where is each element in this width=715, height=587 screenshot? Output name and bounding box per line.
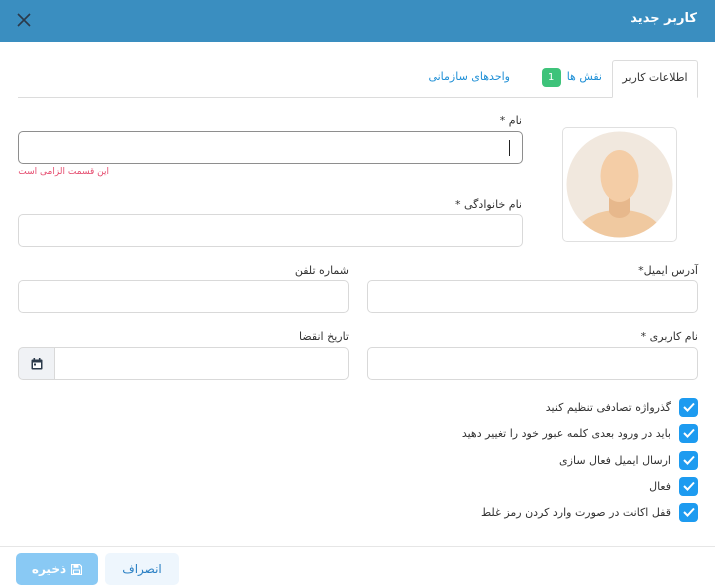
first-name-input[interactable] <box>18 131 523 164</box>
option-label: فعال <box>649 479 671 493</box>
tab-roles[interactable]: نقش ها 1 <box>541 60 602 98</box>
username-label: نام کاربری * <box>640 330 698 343</box>
last-name-input[interactable] <box>18 214 523 247</box>
username-input[interactable] <box>367 347 698 380</box>
tab-org-units[interactable]: واحدهای سازمانی <box>428 60 510 98</box>
tab-bar: اطلاعات کاربر نقش ها 1 واحدهای سازمانی <box>18 60 698 98</box>
user-avatar-placeholder <box>566 131 673 238</box>
checkbox-lockout[interactable] <box>679 502 698 522</box>
footer-divider <box>0 546 715 547</box>
last-name-label: نام خانوادگی * <box>455 198 522 211</box>
tab-org-units-label: واحدهای سازمانی <box>428 70 510 83</box>
tab-roles-label: نقش ها <box>566 70 602 83</box>
expiry-date-input[interactable] <box>54 347 349 380</box>
checkbox-activation-email[interactable] <box>679 450 698 470</box>
cancel-button-label: انصراف <box>122 562 162 576</box>
option-label: قفل اکانت در صورت وارد کردن رمز غلط <box>480 505 671 519</box>
phone-label: شماره تلفن <box>294 264 349 277</box>
check-icon <box>682 428 695 438</box>
email-label: آدرس ایمیل* <box>638 264 698 277</box>
checkbox-random-password[interactable] <box>679 397 698 417</box>
option-label: باید در ورود بعدی کلمه عبور خود را تغییر… <box>461 426 671 440</box>
option-label: گذرواژه تصادفی تنظیم کنید <box>545 400 671 414</box>
calendar-icon <box>31 358 43 370</box>
option-random-password[interactable]: گذرواژه تصادفی تنظیم کنید <box>546 397 698 417</box>
option-lockout[interactable]: قفل اکانت در صورت وارد کردن رمز غلط <box>481 502 698 522</box>
check-icon <box>682 455 695 465</box>
tab-user-info[interactable]: اطلاعات کاربر <box>612 60 698 98</box>
dialog-title: کاربر جدید <box>630 11 697 26</box>
avatar-upload[interactable] <box>562 127 677 242</box>
checkbox-change-password[interactable] <box>679 423 698 443</box>
close-icon[interactable] <box>17 13 31 27</box>
dialog-header: کاربر جدید <box>0 0 715 42</box>
close-button[interactable] <box>14 10 34 30</box>
tab-user-info-label: اطلاعات کاربر <box>622 71 688 84</box>
check-icon <box>682 402 695 412</box>
calendar-button[interactable] <box>18 347 55 380</box>
option-change-password[interactable]: باید در ورود بعدی کلمه عبور خود را تغییر… <box>462 423 698 443</box>
email-input[interactable] <box>367 280 698 313</box>
check-icon <box>682 481 695 491</box>
save-button-label: ذخیره <box>31 562 67 576</box>
text-caret <box>509 140 510 156</box>
check-icon <box>682 507 695 517</box>
cancel-button[interactable]: انصراف <box>105 553 179 585</box>
floppy-disk-icon <box>71 563 83 575</box>
checkbox-active[interactable] <box>679 476 698 496</box>
option-label: ارسال ایمیل فعال سازی <box>559 453 671 467</box>
first-name-error: این قسمت الزامی است <box>18 167 109 177</box>
save-button[interactable]: ذخیره <box>16 553 98 585</box>
phone-input[interactable] <box>18 280 349 313</box>
option-active[interactable]: فعال <box>649 476 698 496</box>
first-name-label: نام * <box>499 114 522 127</box>
option-activation-email[interactable]: ارسال ایمیل فعال سازی <box>559 450 698 470</box>
expiry-date-label: تاریخ انقضا <box>299 330 349 343</box>
roles-count-badge: 1 <box>541 67 561 87</box>
